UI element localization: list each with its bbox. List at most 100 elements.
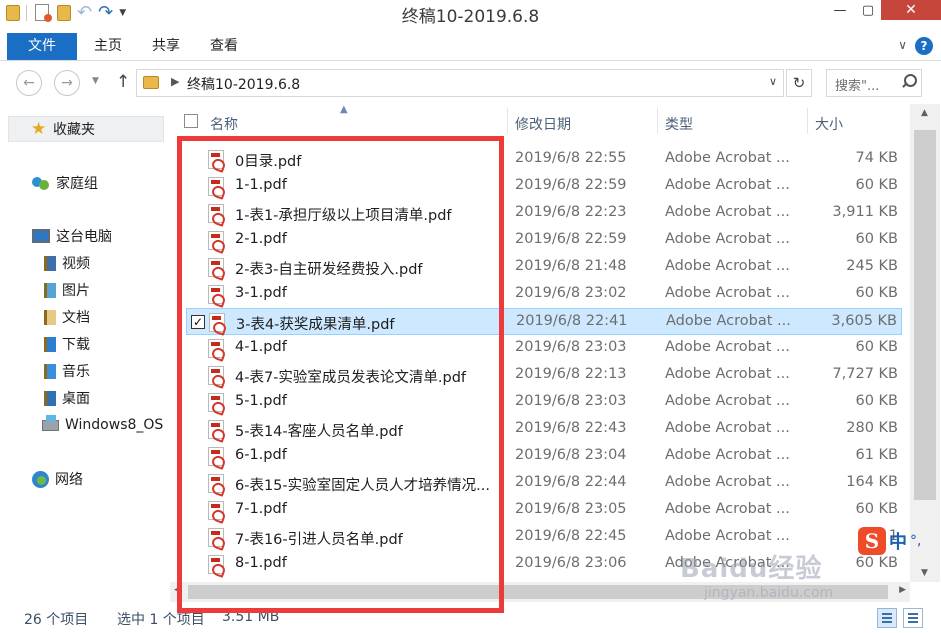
address-dropdown-icon[interactable]: ∨	[769, 75, 777, 88]
nav-label: 家庭组	[56, 176, 98, 192]
file-row[interactable]: 1-1.pdf 2019/6/8 22:59 Adobe Acrobat ...…	[186, 173, 902, 200]
ime-mode[interactable]: 中	[889, 528, 907, 554]
file-name[interactable]: 3-表4-获奖成果清单.pdf	[236, 313, 500, 334]
nav-item-pictures[interactable]: 图片	[0, 278, 168, 302]
file-name[interactable]: 0目录.pdf	[235, 150, 499, 171]
nav-label: 音乐	[62, 364, 90, 380]
forward-button[interactable]: →	[54, 70, 80, 96]
nav-item-drive[interactable]: Windows8_OS	[0, 413, 168, 437]
file-row[interactable]: 2-表3-自主研发经费投入.pdf 2019/6/8 21:48 Adobe A…	[186, 254, 902, 281]
search-input[interactable]: 搜索"...	[826, 69, 922, 97]
file-row[interactable]: 1-表1-承担厅级以上项目清单.pdf 2019/6/8 22:23 Adobe…	[186, 200, 902, 227]
file-name[interactable]: 4-1.pdf	[235, 339, 499, 355]
scroll-thumb[interactable]	[914, 130, 936, 500]
file-size: 60 KB	[855, 231, 898, 247]
minimize-button[interactable]: —	[825, 0, 855, 20]
file-size: 61 KB	[855, 447, 898, 463]
maximize-button[interactable]: ▢	[855, 0, 881, 20]
expand-ribbon-icon[interactable]: ∨	[898, 38, 907, 52]
pdf-icon	[208, 339, 224, 358]
file-row-selected[interactable]: ✓ 3-表4-获奖成果清单.pdf 2019/6/8 22:41 Adobe A…	[186, 308, 902, 335]
search-icon[interactable]	[901, 74, 917, 88]
file-size: 74 KB	[855, 150, 898, 166]
up-button[interactable]: ↑	[116, 72, 130, 92]
file-row[interactable]: 8-1.pdf 2019/6/8 23:06 Adobe Acrobat ...…	[186, 551, 902, 578]
file-row[interactable]: 7-表16-引进人员名单.pdf 2019/6/8 22:45 Adobe Ac…	[186, 524, 902, 551]
nav-favorites[interactable]: ★ 收藏夹	[8, 116, 164, 142]
column-header-type[interactable]: 类型	[665, 114, 693, 134]
file-row[interactable]: 5-表14-客座人员名单.pdf 2019/6/8 22:43 Adobe Ac…	[186, 416, 902, 443]
file-name[interactable]: 7-1.pdf	[235, 501, 499, 517]
nav-homegroup[interactable]: 家庭组	[0, 171, 168, 195]
network-icon	[32, 470, 49, 488]
vertical-scrollbar[interactable]: ▲ ▼	[910, 104, 940, 582]
file-name[interactable]: 1-表1-承担厅级以上项目清单.pdf	[235, 204, 499, 225]
nav-network[interactable]: 网络	[0, 467, 168, 491]
star-icon: ★	[31, 119, 47, 139]
file-name[interactable]: 8-1.pdf	[235, 555, 499, 571]
scroll-left-icon[interactable]: ◀	[174, 585, 181, 595]
nav-item-videos[interactable]: 视频	[0, 251, 168, 275]
file-type: Adobe Acrobat ...	[665, 204, 790, 220]
file-size: 164 KB	[846, 474, 898, 490]
file-name[interactable]: 1-1.pdf	[235, 177, 499, 193]
nav-this-pc[interactable]: 这台电脑	[0, 224, 168, 248]
address-bar[interactable]: ▶ 终稿10-2019.6.8 ∨	[136, 69, 784, 97]
column-header-name[interactable]: 名称	[210, 114, 238, 134]
file-name[interactable]: 5-表14-客座人员名单.pdf	[235, 420, 499, 441]
file-name[interactable]: 2-表3-自主研发经费投入.pdf	[235, 258, 499, 279]
file-row[interactable]: 6-1.pdf 2019/6/8 23:04 Adobe Acrobat ...…	[186, 443, 902, 470]
file-row[interactable]: 4-1.pdf 2019/6/8 23:03 Adobe Acrobat ...…	[186, 335, 902, 362]
file-name[interactable]: 3-1.pdf	[235, 285, 499, 301]
scroll-thumb[interactable]	[188, 585, 888, 599]
pdf-icon	[208, 474, 224, 493]
ime-punctuation[interactable]: °,	[910, 533, 921, 549]
column-divider[interactable]	[507, 108, 508, 134]
file-row[interactable]: 2-1.pdf 2019/6/8 22:59 Adobe Acrobat ...…	[186, 227, 902, 254]
tab-share[interactable]: 共享	[146, 33, 186, 60]
scroll-up-icon[interactable]: ▲	[921, 108, 928, 118]
select-all-checkbox[interactable]	[184, 114, 198, 128]
scroll-right-icon[interactable]: ▶	[899, 585, 906, 595]
ime-toolbar[interactable]: S 中 °,	[858, 527, 921, 555]
help-icon[interactable]: ?	[915, 37, 933, 55]
file-row[interactable]: 4-表7-实验室成员发表论文清单.pdf 2019/6/8 22:13 Adob…	[186, 362, 902, 389]
file-row[interactable]: 7-1.pdf 2019/6/8 23:05 Adobe Acrobat ...…	[186, 497, 902, 524]
file-name[interactable]: 4-表7-实验室成员发表论文清单.pdf	[235, 366, 499, 387]
ime-logo-icon[interactable]: S	[858, 527, 886, 555]
file-type: Adobe Acrobat ...	[665, 501, 790, 517]
file-date: 2019/6/8 23:04	[515, 447, 627, 463]
nav-item-desktop[interactable]: 桌面	[0, 386, 168, 410]
recent-locations-icon[interactable]: ▼	[92, 76, 99, 86]
horizontal-scrollbar[interactable]: ◀ ▶	[170, 582, 910, 602]
file-row[interactable]: 6-表15-实验室固定人员人才培养情况... 2019/6/8 22:44 Ad…	[186, 470, 902, 497]
breadcrumb[interactable]: 终稿10-2019.6.8	[187, 74, 300, 94]
chevron-right-icon[interactable]: ▶	[171, 75, 179, 88]
file-name[interactable]: 2-1.pdf	[235, 231, 499, 247]
tab-file[interactable]: 文件	[7, 33, 77, 60]
column-divider[interactable]	[807, 108, 808, 134]
file-name[interactable]: 6-1.pdf	[235, 447, 499, 463]
scroll-down-icon[interactable]: ▼	[921, 568, 928, 578]
file-name[interactable]: 7-表16-引进人员名单.pdf	[235, 528, 499, 549]
nav-item-music[interactable]: 音乐	[0, 359, 168, 383]
row-checkbox[interactable]: ✓	[191, 315, 205, 329]
tab-view[interactable]: 查看	[204, 33, 244, 60]
back-button[interactable]: ←	[16, 70, 42, 96]
nav-item-downloads[interactable]: 下载	[0, 332, 168, 356]
file-name[interactable]: 5-1.pdf	[235, 393, 499, 409]
file-name[interactable]: 6-表15-实验室固定人员人才培养情况...	[235, 474, 499, 495]
file-row[interactable]: 3-1.pdf 2019/6/8 23:02 Adobe Acrobat ...…	[186, 281, 902, 308]
tab-home[interactable]: 主页	[88, 33, 128, 60]
details-view-icon[interactable]	[877, 608, 897, 628]
pdf-icon	[208, 447, 224, 466]
file-row[interactable]: 5-1.pdf 2019/6/8 23:03 Adobe Acrobat ...…	[186, 389, 902, 416]
refresh-button[interactable]: ↻	[786, 69, 812, 97]
nav-item-documents[interactable]: 文档	[0, 305, 168, 329]
column-header-size[interactable]: 大小	[815, 114, 843, 134]
file-row[interactable]: 0目录.pdf 2019/6/8 22:55 Adobe Acrobat ...…	[186, 146, 902, 173]
close-button[interactable]: ✕	[881, 0, 941, 20]
column-divider[interactable]	[657, 108, 658, 134]
column-header-date[interactable]: 修改日期	[515, 114, 571, 134]
large-icons-view-icon[interactable]	[903, 608, 923, 628]
